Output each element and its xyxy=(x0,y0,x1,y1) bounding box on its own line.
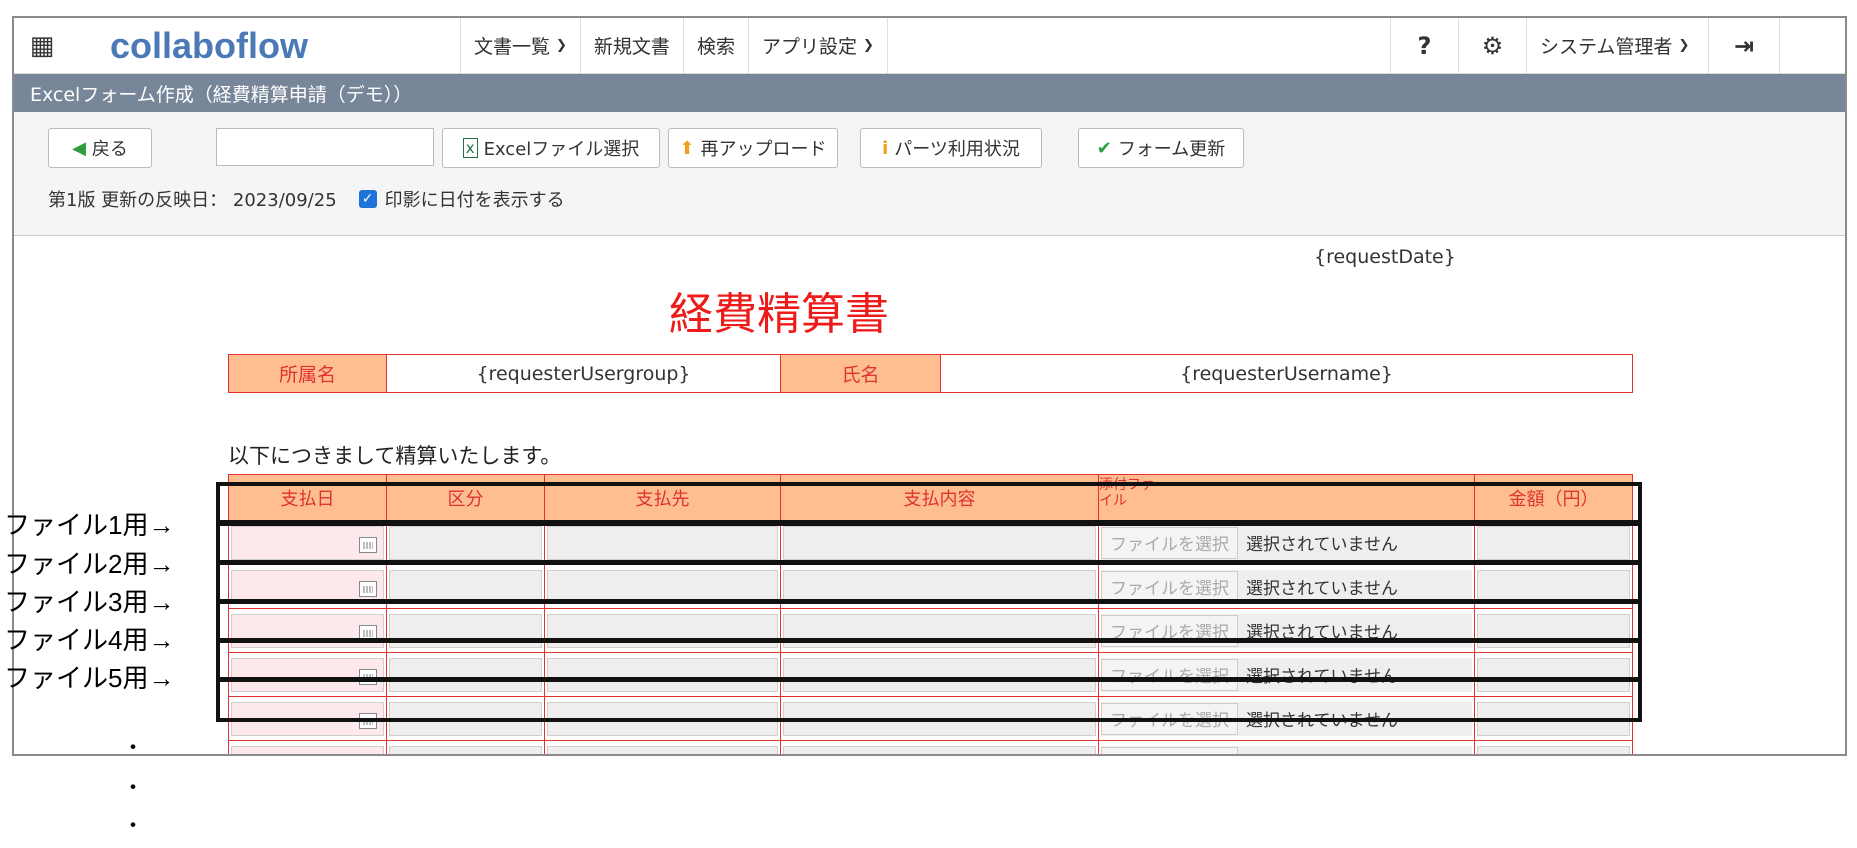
name-label: 氏名 xyxy=(780,354,941,393)
chevron-down-icon: ❯ xyxy=(1678,38,1690,53)
description-cell xyxy=(780,740,1099,754)
nav-spacer xyxy=(886,18,1390,73)
parts-usage-button[interactable]: i パーツ利用状況 xyxy=(860,128,1042,168)
version-text: 第1版 更新の反映日： 2023/09/25 xyxy=(48,190,337,211)
back-label: 戻る xyxy=(91,139,128,160)
file-status: 選択されていません xyxy=(1246,750,1398,754)
nav-label: 新規文書 xyxy=(593,36,670,58)
chevron-down-icon: ❯ xyxy=(862,38,874,53)
settings-button[interactable]: ⚙ xyxy=(1458,18,1526,73)
nav-app-settings[interactable]: アプリ設定 ❯ xyxy=(747,18,887,73)
nav-right-pad xyxy=(1780,18,1845,73)
intro-text: 以下につきまして精算いたします。 xyxy=(228,444,562,468)
gear-icon: ⚙ xyxy=(1481,31,1504,60)
file-row-annotation: ファイル3用→ xyxy=(4,587,175,617)
page-title: Excelフォーム作成（経費精算申請（デモ）） xyxy=(14,74,1845,112)
nav-new-document[interactable]: 新規文書 xyxy=(579,18,683,73)
reupload-label: 再アップロード xyxy=(700,139,827,160)
top-nav: ▦ collaboflow 文書一覧 ❯ 新規文書 検索 アプリ設定 ❯ ? ⚙ シ… xyxy=(14,18,1845,74)
help-button[interactable]: ? xyxy=(1390,18,1458,73)
row-highlight-box xyxy=(216,522,1642,564)
info-icon: i xyxy=(882,137,889,159)
file-row-annotation: ファイル2用→ xyxy=(4,549,175,579)
document-title: 経費精算書 xyxy=(669,289,889,340)
update-form-button[interactable]: ✔ フォーム更新 xyxy=(1078,128,1244,168)
version-info: 第1版 更新の反映日： 2023/09/25 ✓ 印影に日付を表示する xyxy=(48,186,565,212)
select-excel-label: Excelファイル選択 xyxy=(483,139,640,160)
ellipsis-dot: ・ xyxy=(122,776,145,801)
app-grid-icon[interactable]: ▦ xyxy=(14,18,70,73)
attachment-cell: ファイルを選択選択されていません xyxy=(1098,740,1475,754)
file-row-annotation: ファイル4用→ xyxy=(4,625,175,655)
nav-label: 文書一覧 xyxy=(474,36,551,58)
logout-button[interactable]: ⇥ xyxy=(1708,18,1780,73)
nav-document-list[interactable]: 文書一覧 ❯ xyxy=(460,18,580,73)
stamp-date-checkbox[interactable]: ✓ xyxy=(358,190,377,208)
back-button[interactable]: ◀ 戻る xyxy=(48,128,152,168)
toolbar: ◀ 戻る x Excelファイル選択 ⬆ 再アップロード i パーツ利用状況 ✔ フォーム… xyxy=(14,112,1845,236)
logo[interactable]: collaboflow xyxy=(70,18,460,73)
ellipsis-dot: ・ xyxy=(122,736,145,761)
question-icon: ? xyxy=(1417,31,1432,60)
nav-label: 検索 xyxy=(696,36,735,58)
ellipsis-dot: ・ xyxy=(122,814,145,839)
group-label: 所属名 xyxy=(228,354,387,393)
payee-cell xyxy=(544,740,781,754)
logo-text: collaboflow xyxy=(110,24,308,66)
excel-file-icon: x xyxy=(462,138,478,158)
nav-search[interactable]: 検索 xyxy=(682,18,748,73)
table-row: ファイルを選択選択されていません xyxy=(228,740,1633,754)
row-highlight-box xyxy=(216,561,1642,603)
chevron-down-icon: ❯ xyxy=(556,38,567,53)
row-highlight-box xyxy=(216,678,1642,722)
date-cell xyxy=(228,740,387,754)
choose-file-button[interactable]: ファイルを選択 xyxy=(1101,746,1238,754)
date-input[interactable] xyxy=(231,745,384,754)
excel-filename-input[interactable] xyxy=(216,128,434,166)
user-menu[interactable]: システム管理者 ❯ xyxy=(1526,18,1708,73)
amount-cell xyxy=(1474,740,1633,754)
row-highlight-box xyxy=(216,600,1642,642)
file-row-annotation: ファイル5用→ xyxy=(4,663,175,693)
request-date: {requestDate} xyxy=(1314,246,1456,268)
category-cell xyxy=(386,740,545,754)
upload-icon: ⬆ xyxy=(679,137,695,159)
file-picker: ファイルを選択選択されていません xyxy=(1101,745,1472,754)
name-value: {requesterUsername} xyxy=(940,354,1633,393)
user-name: システム管理者 xyxy=(1540,36,1673,58)
row-highlight-box xyxy=(216,639,1642,681)
amount-input[interactable] xyxy=(1477,745,1630,754)
row-highlight-box xyxy=(216,482,1642,524)
reupload-button[interactable]: ⬆ 再アップロード xyxy=(668,128,838,168)
stamp-date-label: 印影に日付を表示する xyxy=(384,190,565,211)
category-input[interactable] xyxy=(389,745,542,754)
check-icon: ✔ xyxy=(1096,137,1112,159)
select-excel-button[interactable]: x Excelファイル選択 xyxy=(442,128,660,168)
group-value: {requesterUsergroup} xyxy=(386,354,781,393)
file-row-annotation: ファイル1用→ xyxy=(4,510,175,540)
payee-input[interactable] xyxy=(547,745,778,754)
update-form-label: フォーム更新 xyxy=(1117,139,1226,160)
parts-usage-label: パーツ利用状況 xyxy=(894,139,1020,160)
requester-info-table: 所属名 {requesterUsergroup} 氏名 {requesterUs… xyxy=(228,354,1633,393)
back-arrow-icon: ◀ xyxy=(72,137,86,159)
description-input[interactable] xyxy=(783,745,1096,754)
nav-label: アプリ設定 xyxy=(761,36,857,58)
logout-icon: ⇥ xyxy=(1733,31,1755,60)
